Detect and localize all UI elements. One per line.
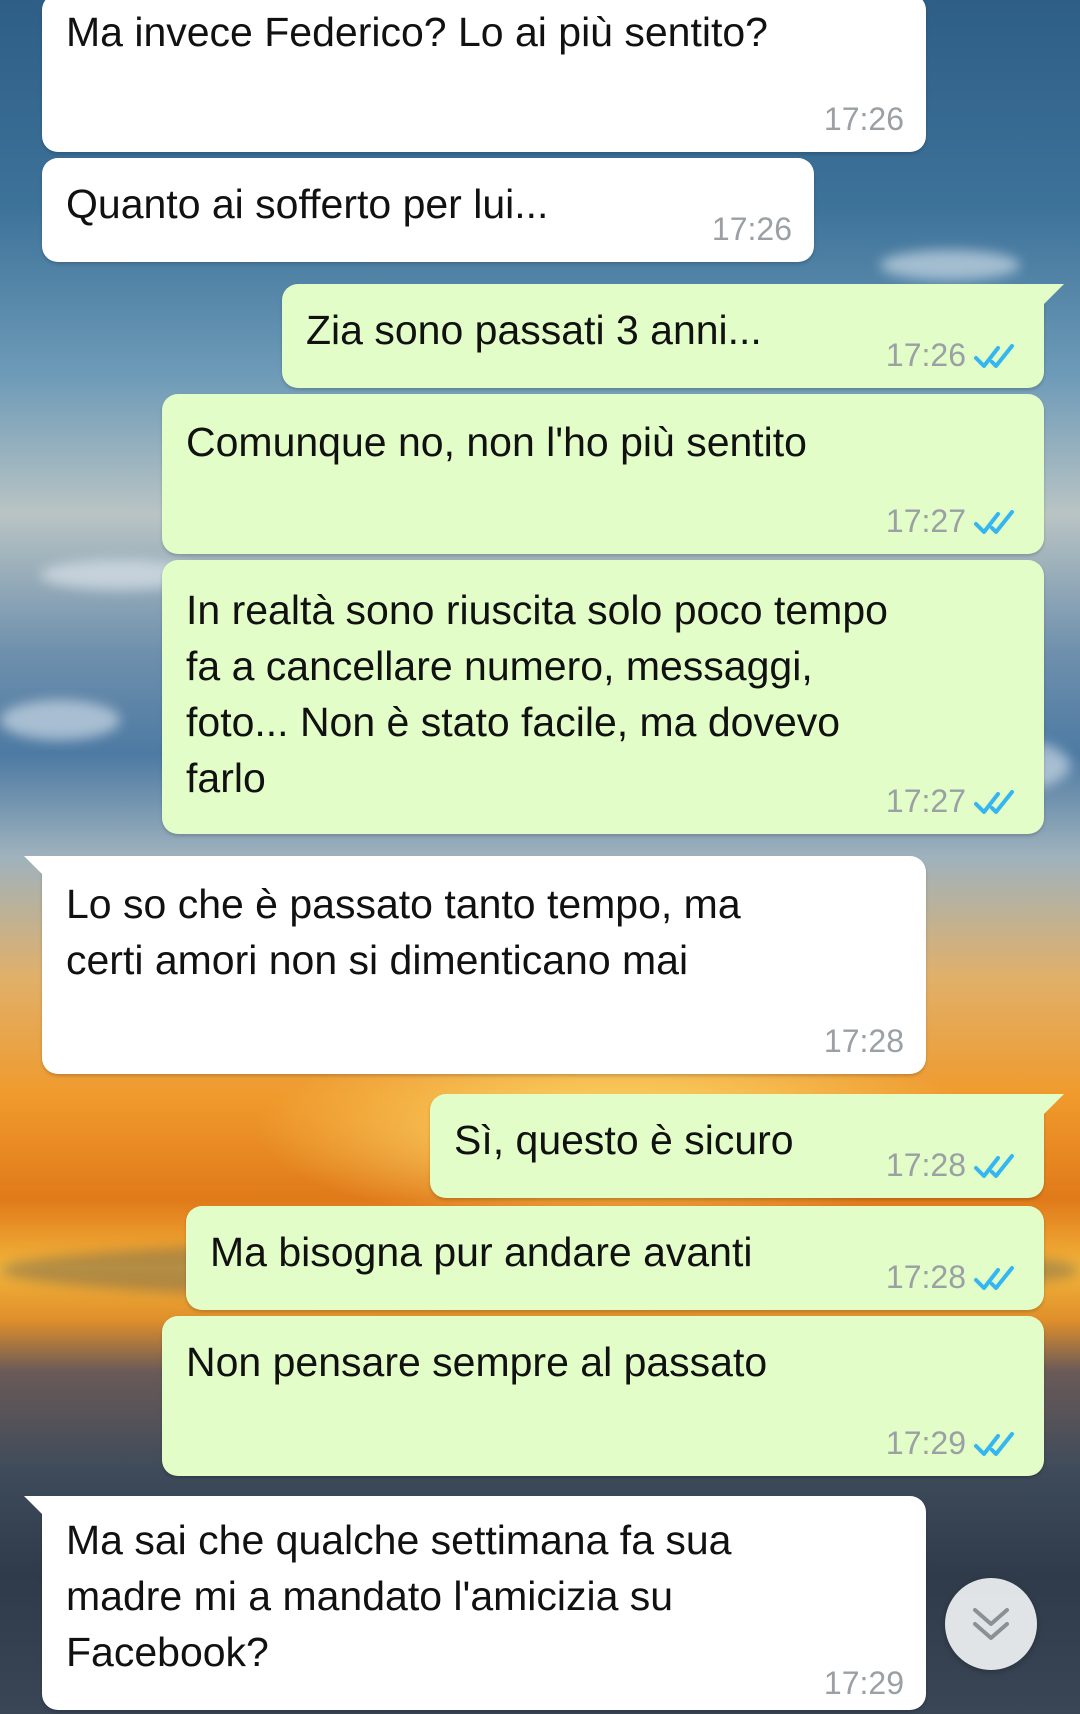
message-text: Comunque no, non l'ho più sentito xyxy=(186,419,807,465)
message-meta: 17:29 xyxy=(824,1665,904,1702)
message-time: 17:29 xyxy=(885,1425,966,1461)
message-bubble-incoming[interactable]: Ma sai che qualche settimana fa sua madr… xyxy=(24,1496,926,1710)
message-text: Non pensare sempre al passato xyxy=(186,1339,768,1385)
message-meta: 17:28 xyxy=(824,1023,904,1060)
message-meta: 17:26 xyxy=(712,211,792,248)
message-time: 17:29 xyxy=(823,1665,904,1701)
message-bubble-outgoing[interactable]: Non pensare sempre al passato 17:29 xyxy=(162,1316,1044,1476)
message-bubble-outgoing[interactable]: Comunque no, non l'ho più sentito 17:27 xyxy=(162,394,1044,554)
message-text: Quanto ai sofferto per lui... xyxy=(66,181,549,227)
message-bubble-outgoing[interactable]: In realtà sono riuscita solo poco tempo … xyxy=(162,560,1044,834)
message-meta: 17:28 xyxy=(886,1147,1022,1184)
message-text: In realtà sono riuscita solo poco tempo … xyxy=(186,587,888,801)
message-meta: 17:28 xyxy=(886,1259,1022,1296)
message-meta: 17:26 xyxy=(886,337,1022,374)
double-check-icon xyxy=(974,343,1014,368)
message-time: 17:26 xyxy=(885,337,966,373)
double-chevron-down-icon xyxy=(973,1608,1009,1640)
double-check-icon xyxy=(974,509,1014,534)
message-bubble-outgoing[interactable]: Sì, questo è sicuro 17:28 xyxy=(430,1094,1064,1198)
message-text: Ma sai che qualche settimana fa sua madr… xyxy=(66,1517,732,1675)
message-text: Ma invece Federico? Lo ai più sentito? xyxy=(66,9,768,55)
message-bubble-outgoing[interactable]: Zia sono passati 3 anni... 17:26 xyxy=(282,284,1064,388)
message-bubble-incoming[interactable]: Ma invece Federico? Lo ai più sentito? 1… xyxy=(42,0,926,152)
message-time: 17:26 xyxy=(711,211,792,247)
double-check-icon xyxy=(974,1153,1014,1178)
double-check-icon xyxy=(974,789,1014,814)
double-check-icon xyxy=(974,1431,1014,1456)
scroll-to-bottom-button[interactable] xyxy=(945,1578,1037,1670)
message-time: 17:27 xyxy=(885,783,966,819)
wallpaper-cloud xyxy=(0,700,120,740)
message-time: 17:28 xyxy=(885,1259,966,1295)
message-bubble-outgoing[interactable]: Ma bisogna pur andare avanti 17:28 xyxy=(186,1206,1044,1310)
double-check-icon xyxy=(974,1265,1014,1290)
wallpaper-cloud xyxy=(880,250,1020,280)
message-time: 17:26 xyxy=(823,101,904,137)
message-text: Sì, questo è sicuro xyxy=(454,1117,794,1163)
message-time: 17:28 xyxy=(823,1023,904,1059)
message-meta: 17:27 xyxy=(886,503,1022,540)
message-text: Zia sono passati 3 anni... xyxy=(306,307,762,353)
message-text: Lo so che è passato tanto tempo, ma cert… xyxy=(66,881,741,983)
message-time: 17:28 xyxy=(885,1147,966,1183)
message-time: 17:27 xyxy=(885,503,966,539)
message-text: Ma bisogna pur andare avanti xyxy=(210,1229,753,1275)
message-bubble-incoming[interactable]: Quanto ai sofferto per lui... 17:26 xyxy=(42,158,814,262)
message-meta: 17:29 xyxy=(886,1425,1022,1462)
message-bubble-incoming[interactable]: Lo so che è passato tanto tempo, ma cert… xyxy=(24,856,926,1074)
message-meta: 17:27 xyxy=(886,783,1022,820)
message-meta: 17:26 xyxy=(824,101,904,138)
